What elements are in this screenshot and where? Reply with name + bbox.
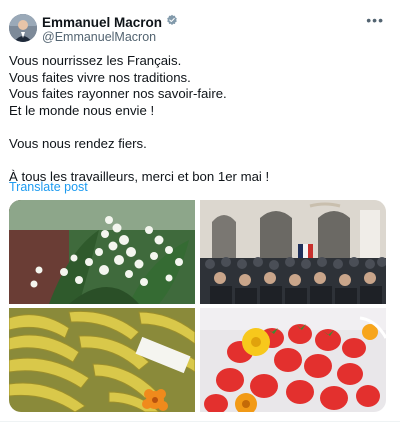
author-name-row: Emmanuel Macron	[42, 13, 178, 31]
image-bananas[interactable]	[9, 308, 195, 412]
media-grid	[9, 200, 386, 412]
tweet: Emmanuel Macron @EmmanuelMacron ••• Vous…	[0, 0, 400, 423]
author-name[interactable]: Emmanuel Macron	[42, 15, 162, 30]
tweet-text: Vous nourrissez les Français. Vous faite…	[9, 53, 389, 185]
verified-badge-icon	[166, 13, 178, 31]
more-options-icon[interactable]: •••	[366, 12, 384, 28]
image-ceremony-audience[interactable]	[200, 200, 386, 304]
author-handle[interactable]: @EmmanuelMacron	[42, 30, 156, 44]
tweet-text-block1: Vous nourrissez les Français. Vous faite…	[9, 53, 227, 118]
image-strawberries-and-marigolds[interactable]	[200, 308, 386, 412]
image-lily-of-the-valley[interactable]	[9, 200, 195, 304]
avatar[interactable]	[9, 14, 37, 42]
divider	[0, 421, 400, 422]
translate-post-link[interactable]: Translate post	[9, 180, 88, 194]
tweet-text-line2: Vous nous rendez fiers.	[9, 135, 147, 151]
